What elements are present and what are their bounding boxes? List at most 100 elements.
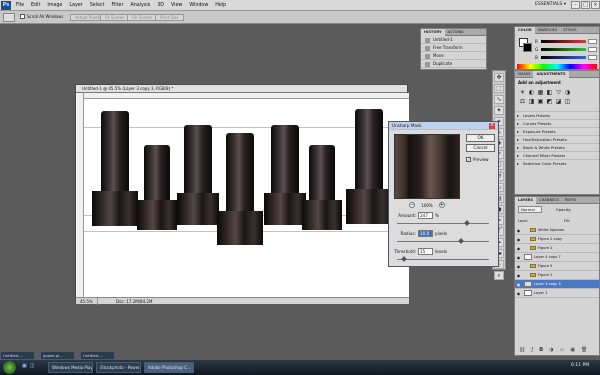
- color-balance-icon[interactable]: ⚖: [519, 98, 526, 105]
- filter-preview-image[interactable]: [394, 134, 460, 199]
- preview-checkbox[interactable]: ✓: [466, 157, 471, 162]
- vibrance-icon[interactable]: ▽: [555, 89, 562, 96]
- menu-select[interactable]: Select: [90, 0, 105, 11]
- move-tool-icon[interactable]: ✥: [494, 73, 504, 82]
- document-title[interactable]: Untitled-1 @ 45.5% (Layer 3 copy 3, RGB/…: [76, 85, 407, 93]
- menu-image[interactable]: Image: [47, 0, 62, 11]
- radius-field[interactable]: 10.0: [418, 230, 433, 237]
- minimized-window[interactable]: Untitled-...: [0, 350, 35, 360]
- fx-icon[interactable]: ƒ: [531, 347, 533, 353]
- layer-row[interactable]: ◉ Layer 4 copy 7: [515, 253, 599, 262]
- curves-icon[interactable]: ▦: [537, 89, 544, 96]
- tab-swatches[interactable]: SWATCHES: [535, 27, 561, 34]
- zoom-in-icon[interactable]: +: [438, 202, 445, 208]
- preset-levels[interactable]: Levels Presets: [515, 111, 599, 120]
- lasso-tool-icon[interactable]: ∿: [494, 95, 504, 104]
- slider-bar[interactable]: [541, 56, 586, 59]
- preset-exposure[interactable]: Exposure Presets: [515, 127, 599, 136]
- history-row[interactable]: Move: [421, 52, 486, 60]
- new-group-icon[interactable]: ▭: [559, 347, 564, 353]
- eye-icon[interactable]: ◉: [515, 226, 522, 235]
- preset-channel-mixer[interactable]: Channel Mixer Presets: [515, 151, 599, 160]
- channel-value-field[interactable]: [588, 55, 597, 60]
- invert-icon[interactable]: ◪: [555, 98, 562, 105]
- ok-button[interactable]: OK: [466, 134, 495, 142]
- tab-channels[interactable]: CHANNELS: [536, 197, 562, 204]
- threshold-field[interactable]: 15: [418, 248, 433, 255]
- adjustment-layer-icon[interactable]: ◑: [549, 347, 553, 353]
- scroll-all-option[interactable]: Scroll All Windows: [20, 14, 63, 19]
- layer-row-selected[interactable]: ◉ Layer 3 copy 3: [515, 280, 599, 289]
- color-slider-g[interactable]: G: [535, 46, 597, 53]
- menu-layer[interactable]: Layer: [69, 0, 82, 11]
- amount-field[interactable]: 247: [418, 212, 433, 219]
- slider-bar[interactable]: [541, 48, 586, 51]
- zoom-tool-icon[interactable]: ⌕: [494, 271, 504, 280]
- photo-filter-icon[interactable]: ▣: [537, 98, 544, 105]
- tab-layers[interactable]: LAYERS: [515, 196, 537, 204]
- slider-bar[interactable]: [541, 40, 586, 43]
- layer-row[interactable]: ◉ Layer 1: [515, 289, 599, 298]
- blend-mode-select[interactable]: Normal: [518, 206, 542, 213]
- link-icon[interactable]: ⛓: [519, 347, 525, 353]
- tab-adjustments[interactable]: ADJUSTMENTS: [533, 70, 569, 78]
- menu-help[interactable]: Help: [215, 0, 226, 11]
- new-layer-icon[interactable]: ▣: [570, 347, 575, 353]
- doc-info[interactable]: Doc: 17.2M/84.2M: [116, 298, 152, 305]
- scroll-all-checkbox[interactable]: [20, 14, 25, 19]
- menu-filter[interactable]: Filter: [112, 0, 124, 11]
- tab-masks[interactable]: MASKS: [515, 71, 533, 78]
- channel-mixer-icon[interactable]: ◩: [546, 98, 553, 105]
- minimized-window[interactable]: Untitled-...: [80, 350, 115, 360]
- menu-3d[interactable]: 3D: [157, 0, 164, 11]
- workspace-switcher[interactable]: ESSENTIALS ▾: [535, 2, 566, 7]
- black-white-icon[interactable]: ◨: [528, 98, 535, 105]
- preset-black-white[interactable]: Black & White Presets: [515, 143, 599, 152]
- magic-wand-tool-icon[interactable]: ✦: [494, 106, 504, 115]
- zoom-out-icon[interactable]: −: [409, 202, 416, 208]
- hue-saturation-icon[interactable]: ◑: [564, 89, 571, 96]
- start-button-icon[interactable]: [3, 361, 16, 374]
- fit-screen-button[interactable]: Fit Screen: [100, 14, 130, 21]
- fill-screen-button[interactable]: Fill Screen: [127, 14, 158, 21]
- menu-file[interactable]: File: [16, 0, 24, 11]
- menu-view[interactable]: View: [171, 0, 182, 11]
- menu-window[interactable]: Window: [189, 0, 208, 11]
- eye-icon[interactable]: ◉: [515, 253, 522, 262]
- hand-tool-icon[interactable]: [3, 13, 15, 22]
- tab-history[interactable]: HISTORY: [421, 28, 445, 36]
- preview-option[interactable]: ✓ Preview: [466, 157, 489, 162]
- ruler-vertical[interactable]: [76, 93, 84, 297]
- preset-hue-saturation[interactable]: Hue/Saturation Presets: [515, 135, 599, 144]
- mask-icon[interactable]: ◘: [539, 347, 543, 353]
- maximize-icon[interactable]: □: [581, 1, 590, 9]
- preset-curves[interactable]: Curves Presets: [515, 119, 599, 128]
- layer-row[interactable]: ◉ Figure 2 copy: [515, 235, 599, 244]
- zoom-readout[interactable]: 45.5%: [76, 297, 98, 305]
- minimize-icon[interactable]: –: [571, 1, 580, 9]
- tab-paths[interactable]: PATHS: [562, 197, 579, 204]
- tab-color[interactable]: COLOR: [515, 26, 535, 34]
- marquee-tool-icon[interactable]: ⬚: [494, 84, 504, 93]
- history-row[interactable]: Duplicate: [421, 60, 486, 68]
- tab-styles[interactable]: STYLES: [560, 27, 579, 34]
- menu-analysis[interactable]: Analysis: [130, 0, 150, 11]
- amount-slider[interactable]: [397, 223, 489, 224]
- amount-slider-handle[interactable]: [464, 220, 470, 226]
- cancel-button[interactable]: Cancel: [466, 144, 495, 152]
- channel-value-field[interactable]: [588, 39, 597, 44]
- task-istockphoto[interactable]: iStockphoto - Power...: [96, 362, 141, 373]
- levels-icon[interactable]: ◐: [528, 89, 535, 96]
- trash-icon[interactable]: 🗑: [581, 347, 587, 353]
- channel-value-field[interactable]: [588, 47, 597, 52]
- posterize-icon[interactable]: ◫: [564, 98, 571, 105]
- eye-icon[interactable]: ◉: [515, 235, 522, 244]
- eye-icon[interactable]: ◉: [515, 262, 522, 271]
- switch-windows-icon[interactable]: ◫: [30, 363, 35, 369]
- exposure-icon[interactable]: ◧: [546, 89, 553, 96]
- radius-slider-handle[interactable]: [458, 238, 464, 244]
- eye-icon[interactable]: ◉: [515, 244, 522, 253]
- system-clock[interactable]: 6:11 PM: [571, 363, 589, 368]
- color-ramp[interactable]: [517, 64, 597, 69]
- eye-icon[interactable]: ◉: [515, 280, 522, 289]
